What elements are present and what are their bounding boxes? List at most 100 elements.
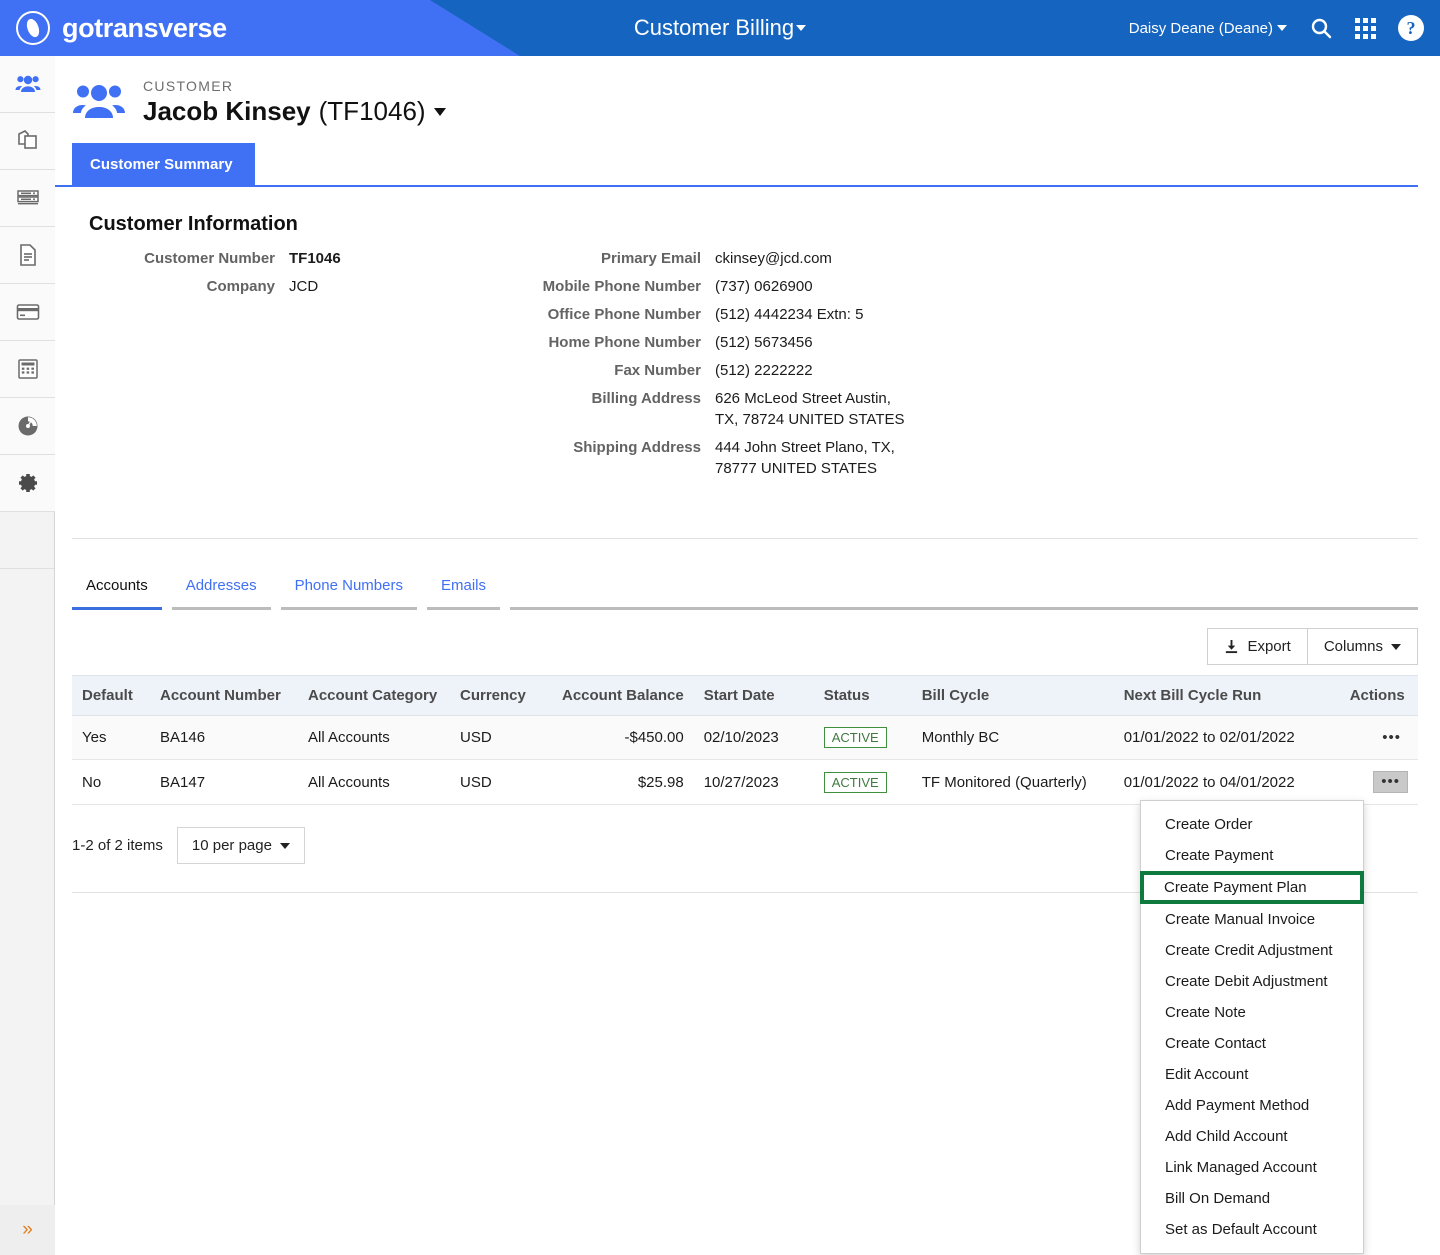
sidebar-item-documents[interactable] <box>0 227 55 284</box>
tab-addresses[interactable]: Addresses <box>171 567 271 610</box>
menu-item-link-managed-account[interactable]: Link Managed Account <box>1141 1152 1363 1183</box>
cell-status: ACTIVE <box>813 759 912 805</box>
customer-information-title: Customer Information <box>89 213 298 235</box>
chevron-down-icon <box>1277 25 1287 31</box>
col-status[interactable]: Status <box>813 675 912 716</box>
col-account-number[interactable]: Account Number <box>150 675 298 716</box>
page-title-dropdown[interactable]: Customer Billing <box>633 15 807 41</box>
info-row: Shipping Address 444 John Street Plano, … <box>515 437 1035 479</box>
menu-item-add-payment-method[interactable]: Add Payment Method <box>1141 1090 1363 1121</box>
header-actions: Daisy Deane (Deane) ? <box>1129 0 1424 56</box>
menu-item-create-order[interactable]: Create Order <box>1141 809 1363 840</box>
sidebar-item-settings[interactable] <box>0 455 55 512</box>
menu-item-bill-on-demand[interactable]: Bill On Demand <box>1141 1183 1363 1214</box>
menu-item-create-payment[interactable]: Create Payment <box>1141 840 1363 871</box>
col-default[interactable]: Default <box>72 675 150 716</box>
row-actions-ellipsis-icon[interactable]: ••• <box>1373 771 1408 793</box>
field-value: TF1046 <box>289 250 341 267</box>
info-row: Customer Number TF1046 <box>89 248 509 269</box>
col-start-date[interactable]: Start Date <box>693 675 814 716</box>
per-page-select[interactable]: 10 per page <box>176 827 305 864</box>
col-bill-cycle[interactable]: Bill Cycle <box>911 675 1114 716</box>
settings-gear-icon <box>18 474 37 492</box>
field-value: (737) 0626900 <box>715 278 813 295</box>
menu-item-create-note[interactable]: Create Note <box>1141 997 1363 1028</box>
cell-start-date: 10/27/2023 <box>693 759 814 805</box>
apps-grid-icon[interactable] <box>1355 17 1376 39</box>
field-value: JCD <box>289 278 319 295</box>
customer-name-dropdown[interactable]: Jacob Kinsey (TF1046) <box>143 96 446 127</box>
sidebar-item-billing[interactable] <box>0 341 55 398</box>
accounts-table-header: Default Account Number Account Category … <box>72 675 1418 716</box>
field-label: Fax Number <box>614 362 701 379</box>
customer-header: CUSTOMER Jacob Kinsey (TF1046) <box>55 56 1440 129</box>
col-actions: Actions <box>1339 675 1418 716</box>
customer-number-paren: (TF1046) <box>318 96 426 126</box>
caret-down-icon <box>279 842 290 849</box>
search-icon[interactable] <box>1309 16 1333 40</box>
menu-item-edit-account[interactable]: Edit Account <box>1141 1059 1363 1090</box>
cell-status: ACTIVE <box>813 715 912 760</box>
status-badge: ACTIVE <box>823 727 887 748</box>
menu-item-add-child-account[interactable]: Add Child Account <box>1141 1121 1363 1152</box>
rates-server-icon <box>16 190 39 205</box>
sidebar-item-payments[interactable] <box>0 284 55 341</box>
tab-phone-numbers[interactable]: Phone Numbers <box>280 567 417 610</box>
pagination-items-count: 1-2 of 2 items <box>72 837 163 854</box>
sidebar-item-customers[interactable] <box>0 56 55 113</box>
columns-button[interactable]: Columns <box>1307 628 1418 665</box>
cell-account-balance: -$450.00 <box>552 715 694 760</box>
payments-credit-card-icon <box>16 304 39 320</box>
sidebar-item-rates[interactable] <box>0 170 55 227</box>
cell-actions: ••• <box>1339 715 1418 760</box>
cell-account-category: All Accounts <box>298 715 450 760</box>
left-sidebar: » <box>0 56 55 1255</box>
tab-customer-summary[interactable]: Customer Summary <box>72 143 255 186</box>
field-label: Company <box>206 278 275 295</box>
sub-tab-filler <box>510 567 1418 610</box>
customer-eyebrow-label: CUSTOMER <box>143 78 234 94</box>
table-row[interactable]: Yes BA146 All Accounts USD -$450.00 02/1… <box>72 715 1418 760</box>
table-row[interactable]: No BA147 All Accounts USD $25.98 10/27/2… <box>72 759 1418 805</box>
field-label: Primary Email <box>600 250 701 267</box>
menu-item-create-manual-invoice[interactable]: Create Manual Invoice <box>1141 904 1363 935</box>
user-menu[interactable]: Daisy Deane (Deane) <box>1129 20 1287 37</box>
field-value: (512) 5673456 <box>715 334 813 351</box>
col-currency[interactable]: Currency <box>450 675 552 716</box>
field-value: ckinsey@jcd.com <box>715 250 832 267</box>
customer-info-left-column: Customer Number TF1046 Company JCD <box>89 248 509 304</box>
field-label: Home Phone Number <box>548 334 701 351</box>
caret-down-icon <box>1391 643 1401 650</box>
sidebar-spacer <box>0 512 54 569</box>
export-button[interactable]: Export <box>1207 628 1308 665</box>
customers-people-icon <box>15 75 40 92</box>
row-actions-ellipsis-icon[interactable]: ••• <box>1375 728 1408 748</box>
menu-item-create-credit-adjustment[interactable]: Create Credit Adjustment <box>1141 935 1363 966</box>
menu-item-set-as-default-account[interactable]: Set as Default Account <box>1141 1214 1363 1245</box>
col-account-category[interactable]: Account Category <box>298 675 450 716</box>
cell-account-category: All Accounts <box>298 759 450 805</box>
sidebar-item-products[interactable] <box>0 113 55 170</box>
sidebar-expand-button[interactable]: » <box>0 1205 55 1255</box>
sidebar-item-reports[interactable] <box>0 398 55 455</box>
brand-logo-area[interactable]: gotransverse <box>16 0 227 56</box>
tab-accounts[interactable]: Accounts <box>72 567 162 610</box>
cell-account-balance: $25.98 <box>552 759 694 805</box>
customer-people-icon <box>73 82 125 129</box>
menu-item-create-payment-plan[interactable]: Create Payment Plan <box>1140 871 1364 904</box>
col-account-balance[interactable]: Account Balance <box>552 675 694 716</box>
summary-tab-bar: Customer Summary <box>55 143 1418 187</box>
accounts-table-body: Yes BA146 All Accounts USD -$450.00 02/1… <box>72 715 1418 805</box>
products-copy-icon <box>17 130 37 149</box>
help-circle-icon[interactable]: ? <box>1398 15 1424 41</box>
menu-item-create-contact[interactable]: Create Contact <box>1141 1028 1363 1059</box>
per-page-label: 10 per page <box>191 837 272 854</box>
customer-name: Jacob Kinsey <box>143 96 311 126</box>
cell-bill-cycle: TF Monitored (Quarterly) <box>911 759 1114 805</box>
field-value: 626 McLeod Street Austin, TX, 78724 UNIT… <box>715 390 905 428</box>
page-title: Customer Billing <box>633 15 795 40</box>
cell-currency: USD <box>450 715 552 760</box>
menu-item-create-debit-adjustment[interactable]: Create Debit Adjustment <box>1141 966 1363 997</box>
col-next-bill-cycle-run[interactable]: Next Bill Cycle Run <box>1113 675 1340 716</box>
tab-emails[interactable]: Emails <box>426 567 500 610</box>
